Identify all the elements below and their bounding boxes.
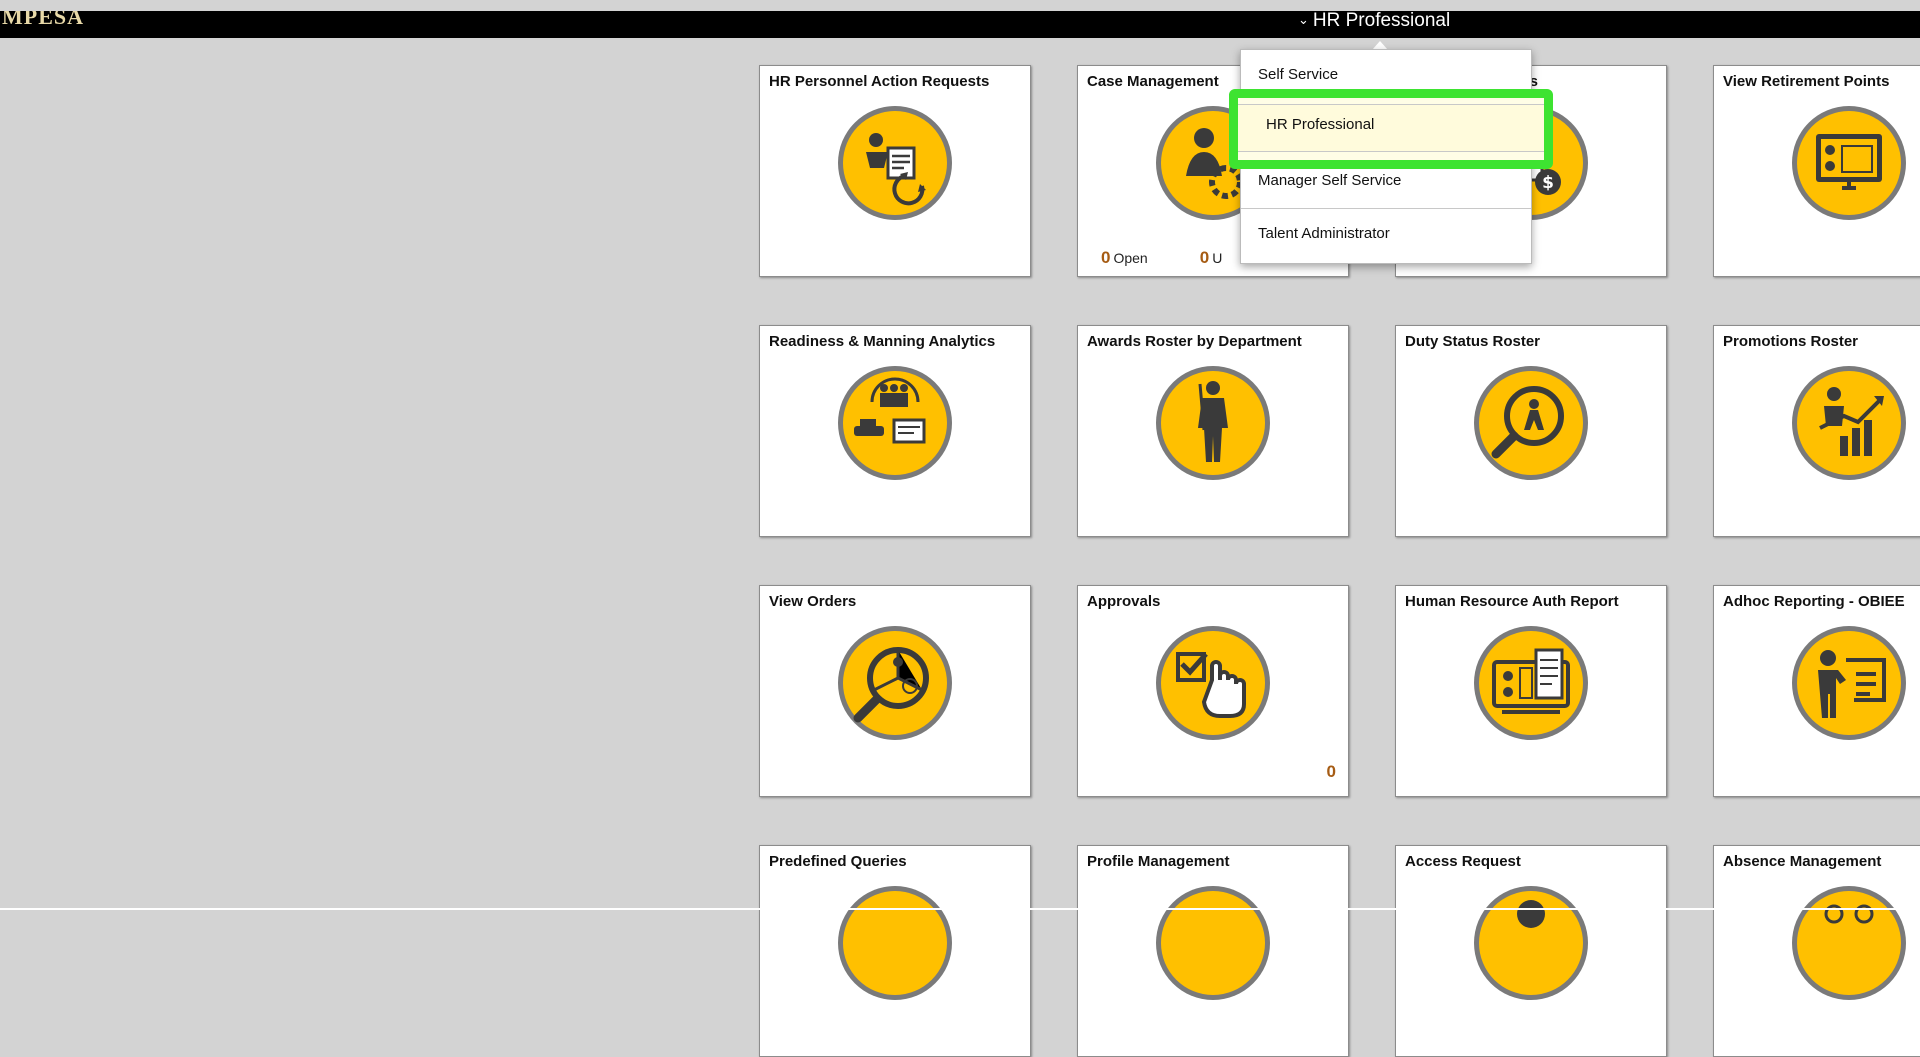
tile-profile-management[interactable]: Profile Management — [1077, 845, 1349, 1057]
case-stats: 0 Open 0 U — [1101, 248, 1222, 268]
tile-approvals[interactable]: Approvals 0 — [1077, 585, 1349, 797]
duty-status-search-icon — [1474, 366, 1588, 480]
tile-title: Predefined Queries — [769, 853, 907, 870]
menu-item-label: Talent Administrator — [1258, 225, 1390, 242]
view-orders-icon — [838, 626, 952, 740]
tile-title: Readiness & Manning Analytics — [769, 333, 996, 350]
menu-item-label: Manager Self Service — [1258, 172, 1402, 189]
tile-title: Human Resource Auth Report — [1405, 593, 1619, 610]
approvals-icon — [1156, 626, 1270, 740]
tile-title: Profile Management — [1087, 853, 1230, 870]
tile-awards-roster-by-department[interactable]: Awards Roster by Department — [1077, 325, 1349, 537]
tile-title: Approvals — [1087, 593, 1161, 610]
approvals-count: 0 — [1326, 762, 1336, 781]
open-label: Open — [1113, 250, 1148, 266]
role-switcher[interactable]: ⌄ HR Professional — [1298, 11, 1450, 38]
second-label: U — [1212, 250, 1223, 266]
tile-title: Access Request — [1405, 853, 1521, 870]
tile-access-request[interactable]: Access Request — [1395, 845, 1667, 1057]
tile-title: Absence Management — [1723, 853, 1882, 870]
readiness-analytics-icon — [838, 366, 952, 480]
chevron-down-icon: ⌄ — [1298, 12, 1309, 27]
role-title: HR Professional — [1312, 10, 1451, 31]
auth-report-icon — [1474, 626, 1588, 740]
tile-title: Promotions Roster — [1723, 333, 1859, 350]
retirement-points-icon — [1792, 106, 1906, 220]
tile-adhoc-reporting-obiee[interactable]: Adhoc Reporting - OBIEE — [1713, 585, 1920, 797]
tile-title: Case Management — [1087, 73, 1219, 90]
menu-item-label: Self Service — [1258, 66, 1339, 83]
app-logo[interactable]: MPESA — [0, 11, 100, 38]
presenter-icon — [1792, 626, 1906, 740]
tile-title: Awards Roster by Department — [1087, 333, 1302, 350]
top-strip — [0, 0, 1920, 11]
queries-icon — [838, 886, 952, 1000]
tile-title: View Orders — [769, 593, 857, 610]
soldier-icon — [1156, 366, 1270, 480]
tile-view-orders[interactable]: View Orders — [759, 585, 1031, 797]
tile-absence-management[interactable]: Absence Management — [1713, 845, 1920, 1057]
logo-text: MPESA — [2, 11, 84, 29]
tile-human-resource-auth-report[interactable]: Human Resource Auth Report — [1395, 585, 1667, 797]
tile-title: HR Personnel Action Requests — [769, 73, 990, 90]
tile-title: Adhoc Reporting - OBIEE — [1723, 593, 1905, 610]
menu-item-label: HR Professional — [1266, 116, 1375, 133]
tile-duty-status-roster[interactable]: Duty Status Roster — [1395, 325, 1667, 537]
tile-predefined-queries[interactable]: Predefined Queries — [759, 845, 1031, 1057]
tile-view-retirement-points[interactable]: View Retirement Points — [1713, 65, 1920, 277]
second-count: 0 — [1199, 248, 1210, 267]
tile-readiness-manning-analytics[interactable]: Readiness & Manning Analytics — [759, 325, 1031, 537]
svg-text:$: $ — [1542, 173, 1554, 193]
tile-hr-personnel-action-requests[interactable]: HR Personnel Action Requests — [759, 65, 1031, 277]
profile-icon — [1156, 886, 1270, 1000]
tile-title: Duty Status Roster — [1405, 333, 1541, 350]
menu-item-talent-administrator[interactable]: Talent Administrator — [1241, 209, 1531, 261]
menu-item-hr-professional[interactable]: HR Professional — [1229, 89, 1553, 169]
open-count: 0 — [1101, 248, 1111, 267]
tile-promotions-roster[interactable]: Promotions Roster — [1713, 325, 1920, 537]
absence-icon — [1792, 886, 1906, 1000]
tile-title: View Retirement Points — [1723, 73, 1890, 90]
header-bar — [0, 11, 1920, 38]
access-request-icon — [1474, 886, 1588, 1000]
promotion-chart-icon — [1792, 366, 1906, 480]
personnel-action-icon — [838, 106, 952, 220]
